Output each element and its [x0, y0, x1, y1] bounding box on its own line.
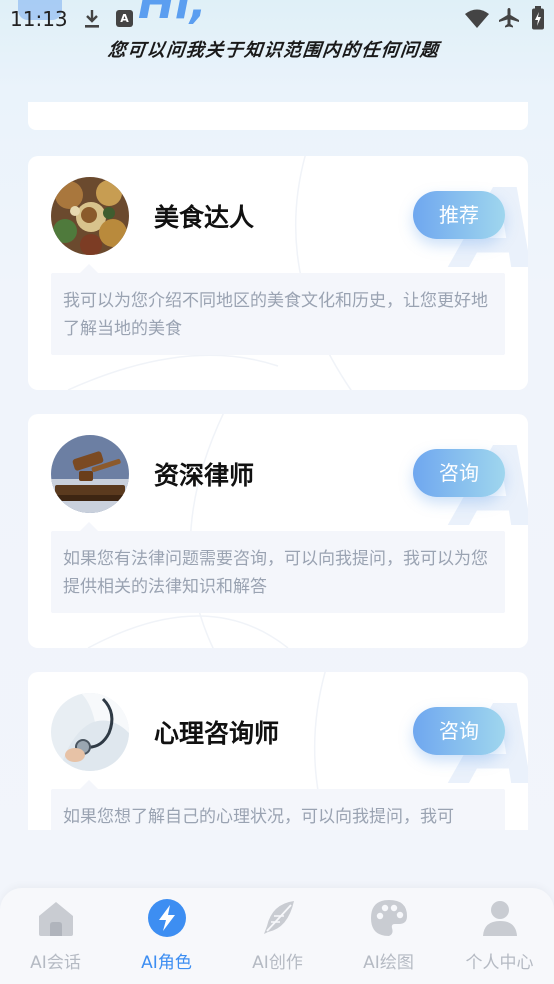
role-description-box: 我可以为您介绍不同地区的美食文化和历史，让您更好地了解当地的美食 [51, 273, 505, 355]
role-description: 如果您有法律问题需要咨询，可以向我提问，我可以为您提供相关的法律知识和解答 [63, 549, 488, 597]
consult-button[interactable]: 咨询 [413, 707, 505, 755]
nav-ai-role[interactable]: AI角色 [111, 888, 222, 984]
nav-ai-draw[interactable]: AI绘图 [333, 888, 444, 984]
role-name: 资深律师 [154, 461, 255, 490]
role-description: 我可以为您介绍不同地区的美食文化和历史，让您更好地了解当地的美食 [63, 291, 488, 339]
airplane-icon [498, 7, 520, 33]
consult-button[interactable]: 咨询 [413, 449, 505, 497]
lightning-icon [148, 899, 186, 937]
role-card-partial [28, 102, 528, 130]
role-name: 心理咨询师 [154, 719, 280, 748]
nav-label: 个人中心 [465, 953, 534, 973]
description-pointer [80, 780, 98, 789]
status-bar: 11:13 A [0, 0, 554, 36]
status-time: 11:13 [10, 7, 68, 31]
nav-label: AI角色 [141, 953, 192, 973]
gavel-avatar [51, 435, 129, 513]
bottom-navigation: AI会话 AI角色 AI创作 AI绘图 个人中心 [0, 888, 554, 984]
role-description-box: 如果您有法律问题需要咨询，可以向我提问，我可以为您提供相关的法律知识和解答 [51, 531, 505, 613]
nav-ai-create[interactable]: AI创作 [222, 888, 333, 984]
role-name: 美食达人 [154, 203, 255, 232]
recommend-button[interactable]: 推荐 [413, 191, 505, 239]
food-avatar [51, 177, 129, 255]
role-description-box: 如果您想了解自己的心理状况，可以向我提问，我可 [51, 789, 505, 830]
nav-profile[interactable]: 个人中心 [444, 888, 554, 984]
download-icon [82, 8, 102, 34]
battery-icon [531, 6, 545, 34]
role-card-psychologist[interactable]: A 心理咨询师 咨询 如果您想了解自己的心理状况，可以向我提问，我可 [28, 672, 528, 830]
description-pointer [80, 522, 98, 531]
stethoscope-avatar [51, 693, 129, 771]
role-card-food[interactable]: A 美食达人 推荐 我可以为您介绍不同地区的美食文化和历史，让您更好地了解当地的… [28, 156, 528, 390]
home-icon [39, 902, 73, 936]
wifi-icon [464, 9, 490, 33]
palette-icon [371, 900, 407, 936]
nav-label: AI会话 [30, 953, 81, 973]
description-pointer [80, 264, 98, 273]
nav-label: AI绘图 [363, 953, 414, 973]
role-card-lawyer[interactable]: A 资深律师 咨询 如果您有法律问题需要咨询，可以向我提问，我可以为您提供相关的… [28, 414, 528, 648]
role-description: 如果您想了解自己的心理状况，可以向我提问，我可 [63, 807, 454, 827]
feather-icon [264, 901, 294, 934]
nav-label: AI创作 [252, 953, 303, 973]
a-notification-icon: A [116, 10, 133, 27]
nav-ai-chat[interactable]: AI会话 [0, 888, 111, 984]
user-icon [483, 901, 517, 936]
role-card-list[interactable]: A 美食达人 推荐 我可以为您介绍不同地区的美食文化和历史，让您更好地了解当地的… [0, 0, 554, 830]
